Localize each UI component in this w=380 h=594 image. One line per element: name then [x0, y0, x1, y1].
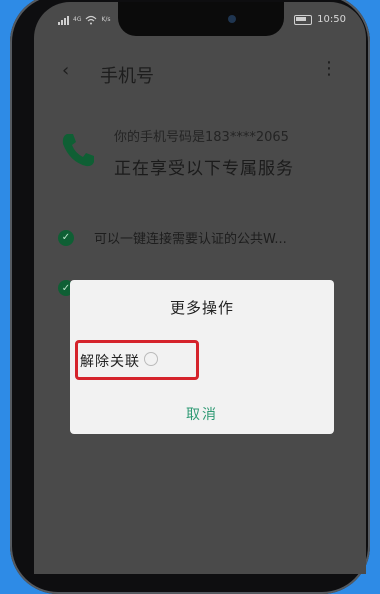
unlink-option[interactable]: 解除关联: [80, 351, 140, 371]
app-header: ‹ 手机号 ⋮: [34, 54, 366, 90]
wifi-icon: [85, 15, 97, 25]
service-item: ✓ 可以一键连接需要认证的公共W...: [58, 228, 287, 247]
check-icon: ✓: [58, 229, 74, 246]
tap-indicator: [144, 352, 158, 366]
network-label: 4G: [73, 16, 82, 23]
more-icon[interactable]: ⋮: [320, 58, 338, 79]
phone-icon: [58, 130, 98, 170]
screen: 4G K/s 10:50 ‹ 手机号 ⋮ 你的手机号码是183****2065 …: [34, 2, 366, 574]
cancel-button[interactable]: 取消: [70, 404, 334, 424]
signal-icon: [58, 15, 69, 25]
phone-number-text: 你的手机号码是183****2065: [114, 130, 289, 145]
page-title: 手机号: [100, 66, 154, 87]
status-right: 10:50: [294, 14, 346, 25]
service-label: 可以一键连接需要认证的公共W...: [94, 232, 287, 247]
network-speed: K/s: [101, 16, 111, 23]
dialog-title: 更多操作: [169, 299, 234, 317]
more-actions-dialog: 更多操作 解除关联 取消: [70, 280, 334, 434]
notch: [118, 2, 284, 36]
back-icon[interactable]: ‹: [62, 60, 69, 81]
phone-frame: 4G K/s 10:50 ‹ 手机号 ⋮ 你的手机号码是183****2065 …: [10, 0, 370, 594]
service-heading: 正在享受以下专属服务: [114, 159, 294, 179]
battery-icon: [294, 14, 313, 25]
front-camera: [228, 15, 236, 23]
status-left: 4G K/s: [58, 15, 111, 25]
status-time: 10:50: [317, 14, 346, 25]
